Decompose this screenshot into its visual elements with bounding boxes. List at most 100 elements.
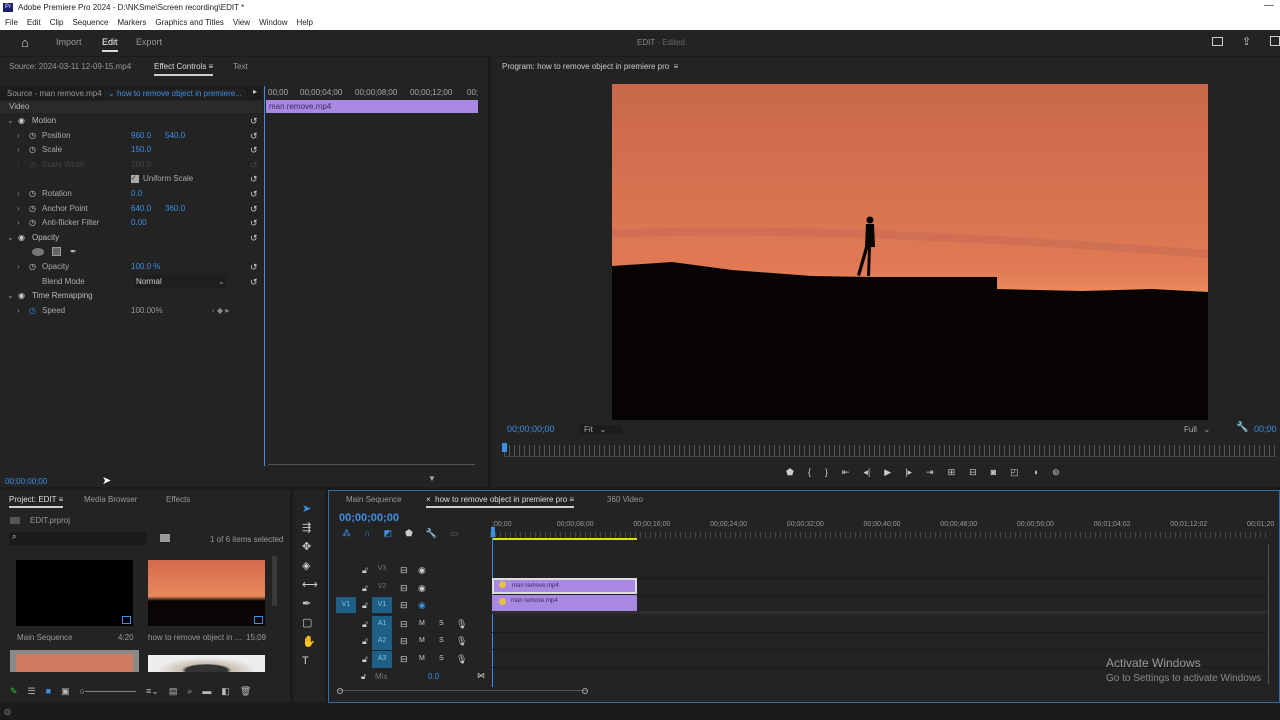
ec-zoom-scrollbar[interactable] — [268, 464, 475, 472]
reset-icon[interactable]: ↺ — [250, 158, 258, 172]
automate-icon[interactable]: ▤ — [169, 686, 178, 697]
ec-clip[interactable]: man remove.mp4 — [266, 100, 478, 113]
pen-icon[interactable]: ✒ — [302, 598, 318, 611]
quality-dropdown[interactable]: Full ⌄ — [1184, 425, 1226, 434]
clip-v1[interactable]: man remove.mp4 — [492, 595, 637, 611]
minimize-icon[interactable]: — — [1264, 0, 1274, 11]
expand-chevron-icon[interactable]: › — [17, 143, 20, 157]
add-marker-icon[interactable]: ⬟ — [405, 528, 413, 539]
mark-in-icon[interactable]: { — [808, 467, 811, 478]
hand-icon[interactable]: ✋ — [302, 636, 318, 649]
settings-wrench-icon[interactable]: 🔧 — [426, 528, 437, 539]
filter-icon[interactable]: ▼ — [428, 474, 436, 483]
stopwatch-icon[interactable]: ◷ — [29, 304, 36, 318]
voiceover-mic-icon[interactable]: 🎙︎ — [456, 636, 467, 647]
reset-icon[interactable]: ↺ — [250, 260, 258, 274]
lock-icon[interactable]: 🔓︎ — [362, 565, 368, 576]
nav-edit[interactable]: Edit — [102, 37, 118, 52]
stopwatch-icon[interactable]: ◷ — [29, 143, 36, 157]
comparison-view-icon[interactable]: ◰ — [1010, 467, 1019, 478]
find-icon[interactable]: ⌕ — [187, 686, 192, 697]
ec-timecode[interactable]: 00;00;00;00 — [5, 477, 47, 486]
sequence-dropdown[interactable]: ⌄ how to remove object in premiere... — [104, 89, 246, 98]
reset-icon[interactable]: ↺ — [250, 216, 258, 230]
tab-effect-controls[interactable]: Effect Controls ≡ — [154, 62, 214, 76]
toggle-effect-eye-icon[interactable]: ◉ — [18, 114, 25, 128]
uniform-scale-checkbox[interactable]: ✓ — [131, 175, 139, 184]
home-icon[interactable]: ⌂ — [21, 35, 29, 50]
export-frame-icon[interactable]: ◙ — [991, 467, 996, 478]
expand-chevron-icon[interactable]: › — [17, 158, 20, 172]
track-select-icon[interactable]: ⇶ — [302, 522, 318, 535]
sync-lock-icon[interactable]: ⊟ — [400, 654, 408, 665]
reset-icon[interactable]: ↺ — [250, 275, 258, 289]
freeform-view-icon[interactable]: ▣ — [61, 686, 70, 697]
expand-chevron-icon[interactable]: › — [17, 187, 20, 201]
vr-icon[interactable]: ⊛ — [1052, 467, 1060, 478]
thumb-main-sequence[interactable] — [16, 560, 133, 626]
property-value[interactable]: 100.00% — [131, 304, 163, 318]
track-target-v1[interactable]: V1 — [372, 597, 392, 613]
trash-icon[interactable]: 🗑 — [240, 686, 251, 697]
timeline-timecode[interactable]: 00;00;00;00 — [339, 512, 399, 524]
work-area-bar[interactable] — [492, 538, 637, 540]
workspaces-icon[interactable] — [1212, 37, 1223, 46]
creative-cloud-icon[interactable]: ◎ — [4, 707, 11, 716]
tab-current-sequence[interactable]: × how to remove object in premiere pro ≡ — [426, 495, 575, 508]
mix-value[interactable]: 0.0 — [428, 672, 439, 681]
property-value[interactable]: 100.0 % — [131, 260, 160, 274]
tab-main-sequence[interactable]: Main Sequence — [346, 495, 402, 504]
stopwatch-icon[interactable]: ◷ — [29, 216, 36, 230]
fit-dropdown[interactable]: Fit ⌄ — [580, 425, 622, 434]
expand-chevron-icon[interactable]: › — [17, 216, 20, 230]
menu-graphics[interactable]: Graphics and Titles — [155, 15, 223, 30]
go-to-in-icon[interactable]: ⇤ — [842, 467, 850, 478]
play-icon[interactable]: ▸ — [253, 87, 257, 96]
sync-lock-icon[interactable]: ⊟ — [400, 565, 408, 576]
toggle-effect-eye-icon[interactable]: ◉ — [18, 231, 25, 245]
sync-lock-icon[interactable]: ⊟ — [400, 583, 408, 594]
project-search-input[interactable]: ⌕ — [9, 532, 146, 545]
project-scrollbar[interactable] — [272, 556, 277, 606]
source-patch-v1[interactable]: V1 — [336, 597, 356, 613]
mute-button[interactable]: M — [419, 655, 425, 662]
track-target-a2[interactable]: A2 — [372, 633, 392, 650]
track-target-a3[interactable]: A3 — [372, 651, 392, 668]
expand-chevron-icon[interactable]: › — [17, 129, 20, 143]
ellipse-mask-icon[interactable] — [32, 248, 44, 257]
expand-chevron-icon[interactable]: › — [17, 260, 20, 274]
reset-icon[interactable]: ↺ — [250, 143, 258, 157]
voiceover-mic-icon[interactable]: 🎙︎ — [456, 654, 467, 665]
nav-export[interactable]: Export — [136, 37, 162, 47]
wrench-icon[interactable]: 🔧 — [1236, 422, 1248, 433]
clip-v2[interactable]: man remove.mp4 — [492, 578, 637, 594]
timeline-horizontal-scrollbar[interactable] — [338, 690, 588, 691]
expand-chevron-icon[interactable]: › — [17, 202, 20, 216]
lock-icon[interactable]: 🔓︎ — [362, 600, 368, 611]
property-value-2[interactable]: 360.0 — [165, 202, 185, 216]
stopwatch-icon[interactable]: ◷ — [29, 187, 36, 201]
thumb-clip[interactable] — [148, 560, 265, 626]
audio-track-lane[interactable] — [492, 633, 1267, 650]
thumb-selected[interactable] — [10, 650, 139, 672]
tab-project[interactable]: Project: EDIT ≡ — [9, 495, 64, 508]
track-target-v2[interactable]: V2 — [372, 583, 392, 590]
program-timecode[interactable]: 00;00;00;00 — [507, 424, 555, 434]
program-scrubber[interactable] — [504, 445, 1276, 457]
toggle-effect-eye-icon[interactable]: ◉ — [18, 289, 25, 303]
menu-markers[interactable]: Markers — [118, 15, 147, 30]
fullscreen-icon[interactable] — [1270, 36, 1280, 46]
property-value[interactable]: 0.00 — [131, 216, 147, 230]
menu-clip[interactable]: Clip — [50, 15, 64, 30]
video-track-lane[interactable] — [492, 562, 1267, 579]
thumb-clip-2[interactable] — [148, 655, 265, 672]
expand-chevron-icon[interactable]: › — [17, 304, 20, 318]
keyframe-nav-icon[interactable]: ‹ ◆ ▸ — [212, 304, 229, 318]
pen-mask-icon[interactable]: ✒ — [70, 245, 77, 259]
sort-icon[interactable]: ≡⌄ — [146, 686, 159, 697]
stopwatch-icon[interactable]: ◷ — [29, 129, 36, 143]
tab-360-video[interactable]: 360 Video — [607, 495, 643, 504]
property-value[interactable]: 150.0 — [131, 143, 151, 157]
reset-icon[interactable]: ↺ — [250, 129, 258, 143]
mute-button[interactable]: M — [419, 637, 425, 644]
